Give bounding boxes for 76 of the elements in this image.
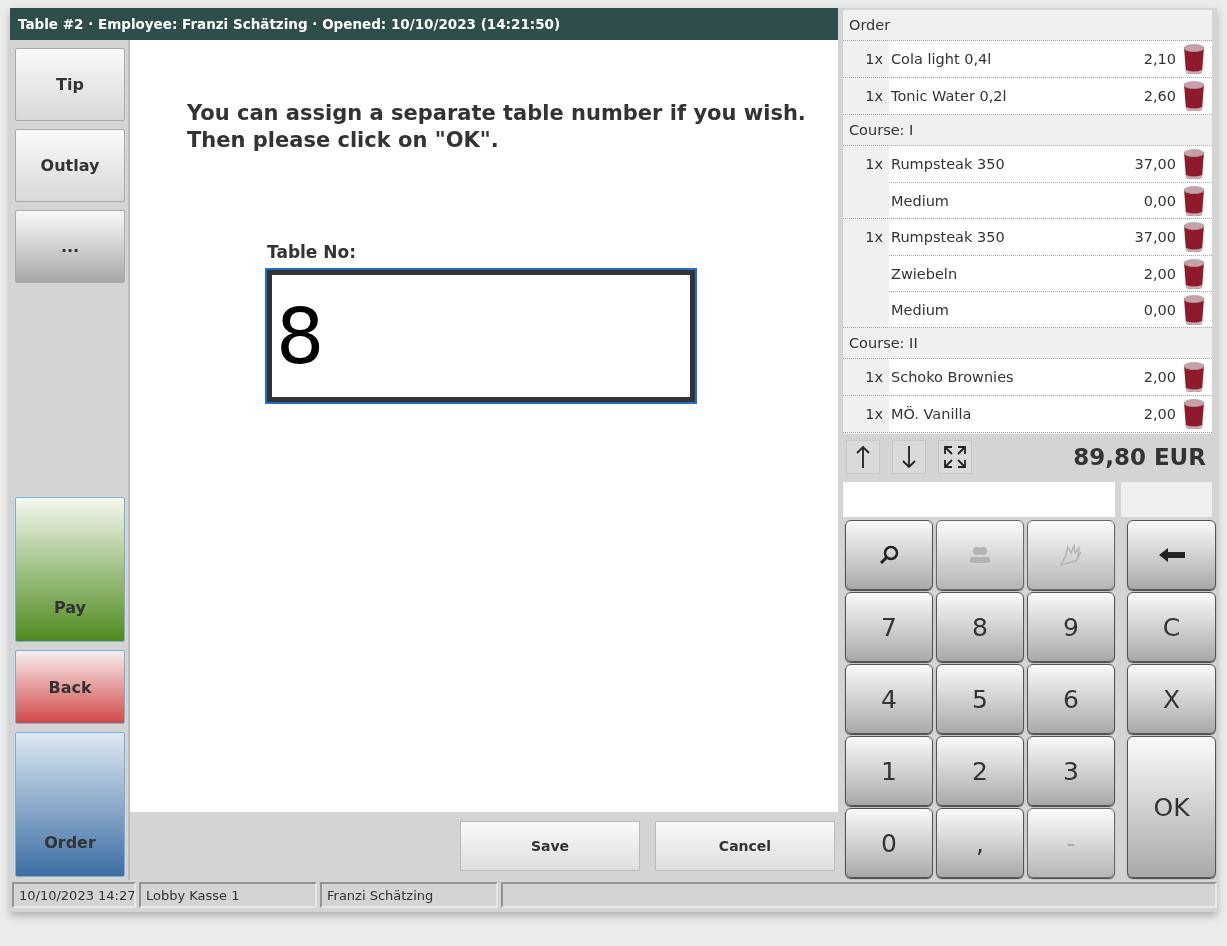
expand-button[interactable] <box>938 440 972 474</box>
keypad-key[interactable]: 3 <box>1027 736 1115 806</box>
keypad-key[interactable]: 8 <box>936 592 1024 662</box>
keypad-key[interactable]: X <box>1127 664 1216 734</box>
keypad-key[interactable]: , <box>936 808 1024 878</box>
keypad-key[interactable]: 2 <box>936 736 1024 806</box>
backspace-key[interactable] <box>1127 520 1216 590</box>
sidebar-button[interactable]: Order <box>15 732 125 877</box>
hand-icon <box>1058 543 1084 567</box>
quantity: 1x <box>865 51 883 67</box>
up-button[interactable] <box>846 440 880 474</box>
down-button[interactable] <box>892 440 926 474</box>
dialog-button[interactable]: Save <box>460 821 640 871</box>
window-title: Table #2 · Employee: Franzi Schätzing · Opened: 10/10/2023 (14:21:50) <box>10 8 838 40</box>
glass-icon <box>1182 221 1206 253</box>
quantity: 1x <box>865 88 883 104</box>
item-price: 2,10 <box>1143 51 1176 67</box>
quantity: 1x <box>865 369 883 385</box>
quantity: 1x <box>865 406 883 422</box>
status-cell: Franzi Schätzing <box>320 882 498 908</box>
modifier-name: Medium <box>891 192 950 209</box>
sidebar-button[interactable]: Tip <box>15 48 125 121</box>
group-header: Order <box>849 17 891 33</box>
item-price: 2,00 <box>1143 265 1176 282</box>
quantity: 1x <box>865 156 883 172</box>
search-key[interactable] <box>845 520 933 590</box>
field-label: Table No: <box>267 242 357 262</box>
up-arrow-icon <box>856 445 870 469</box>
item-price: 0,00 <box>1143 192 1176 209</box>
keypad-key[interactable]: 9 <box>1027 592 1115 662</box>
keypad-key[interactable]: 0 <box>845 808 933 878</box>
item-price: 37,00 <box>1134 229 1176 245</box>
glass-icon <box>1182 361 1206 393</box>
item-price: 2,00 <box>1143 369 1176 385</box>
people-icon <box>967 545 993 565</box>
glass-icon <box>1182 148 1206 180</box>
keypad-key[interactable]: 6 <box>1027 664 1115 734</box>
modifier-name: Medium <box>891 301 950 318</box>
status-cell: 10/10/2023 14:27 <box>12 882 136 908</box>
sidebar-button[interactable]: Pay <box>15 497 125 642</box>
status-cell: Lobby Kasse 1 <box>139 882 317 908</box>
item-name: Rumpsteak 350 <box>891 156 1006 172</box>
more-button[interactable]: ... <box>15 210 125 283</box>
item-name: MÖ. Vanilla <box>891 406 973 422</box>
glass-icon <box>1182 43 1206 75</box>
down-arrow-icon <box>902 445 916 469</box>
glass-icon <box>1182 80 1206 112</box>
item-price: 0,00 <box>1143 301 1176 318</box>
keypad-key[interactable]: 1 <box>845 736 933 806</box>
instruction-text: You can assign a separate table number if you wish. Then please click on "OK". <box>187 100 807 154</box>
item-price: 2,60 <box>1143 88 1176 104</box>
back-arrow-icon <box>1157 547 1186 563</box>
item-name: Rumpsteak 350 <box>891 229 1006 245</box>
search-icon <box>878 544 900 566</box>
item-price: 37,00 <box>1134 156 1176 172</box>
keypad-key[interactable]: 7 <box>845 592 933 662</box>
item-price: 2,00 <box>1143 406 1176 422</box>
keypad-key[interactable]: 5 <box>936 664 1024 734</box>
item-name: Cola light 0,4l <box>891 51 993 67</box>
quantity: 1x <box>865 229 883 245</box>
expand-icon <box>942 444 968 470</box>
input-field[interactable] <box>843 481 1116 517</box>
keypad-key[interactable]: 4 <box>845 664 933 734</box>
group-header: Course: II <box>849 335 918 351</box>
group-header: Course: I <box>849 122 914 138</box>
item-name: Schoko Brownies <box>891 369 1015 385</box>
total-amount: 89,80 EUR <box>1073 444 1206 470</box>
table-number-field[interactable]: 8 <box>265 268 697 404</box>
glass-icon <box>1182 398 1206 430</box>
sidebar-button[interactable]: Outlay <box>15 129 125 202</box>
keypad-key[interactable]: OK <box>1127 736 1216 878</box>
sidebar-button[interactable]: Back <box>15 650 125 724</box>
item-name: Tonic Water 0,2l <box>891 88 1008 104</box>
keypad-key[interactable]: C <box>1127 592 1216 662</box>
modifier-name: Zwiebeln <box>891 265 959 282</box>
dialog-button[interactable]: Cancel <box>655 821 835 871</box>
